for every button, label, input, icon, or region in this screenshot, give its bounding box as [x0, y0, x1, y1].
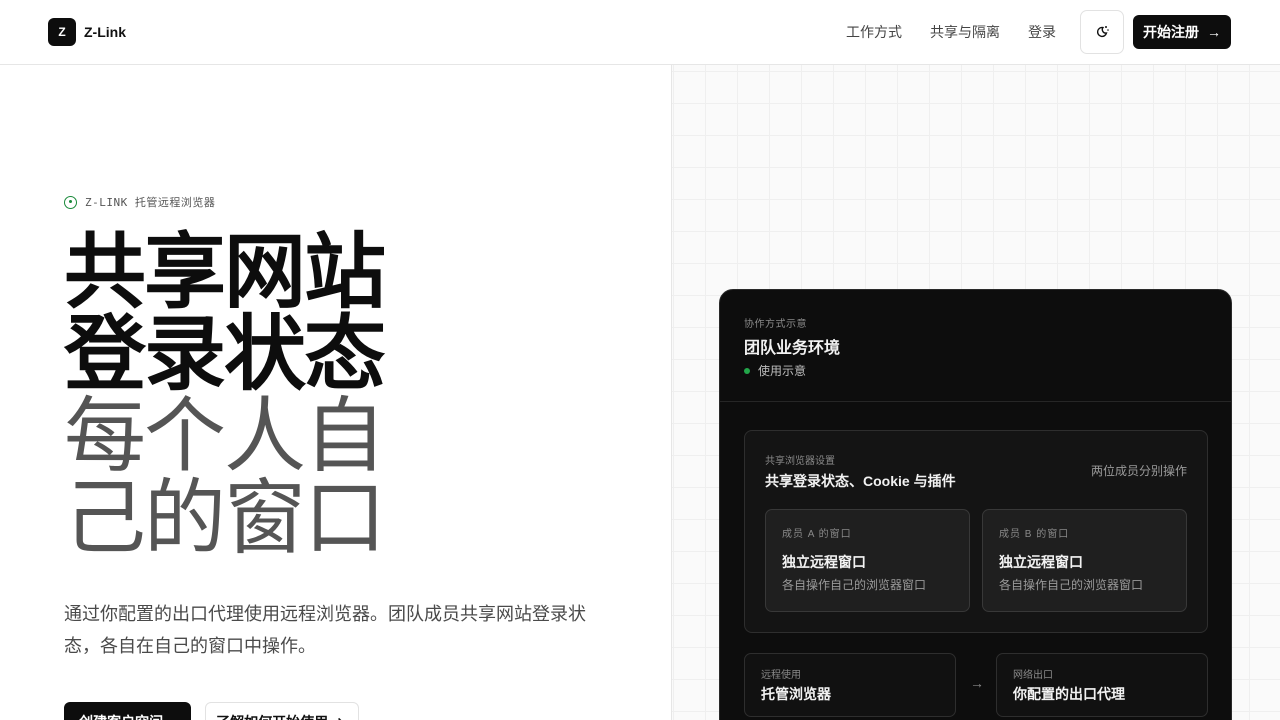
- demo-status-text: 使用示意: [758, 364, 807, 378]
- theme-toggle-icon: [1097, 26, 1109, 38]
- member-a-window: 成员 A 的窗口 独立远程窗口 各自操作自己的浏览器窗口: [765, 509, 970, 612]
- member-sub: 各自操作自己的浏览器窗口: [999, 578, 1144, 592]
- nav-how-it-works[interactable]: 工作方式: [846, 22, 902, 42]
- learn-more-button[interactable]: 了解如何开始使用 ↘: [205, 702, 359, 720]
- demo-status: 使用示意: [744, 362, 806, 379]
- nav-sharing[interactable]: 共享与隔离: [930, 22, 1000, 42]
- demo-kicker: 协作方式示意: [744, 319, 807, 330]
- create-space-button[interactable]: 创建客户空间 ›: [64, 702, 191, 720]
- member-kicker: 成员 A 的窗口: [782, 529, 852, 540]
- arrow-down-right-icon: ↘: [336, 715, 348, 720]
- nav-login[interactable]: 登录: [1028, 22, 1056, 42]
- flow-remote-use: 远程使用 托管浏览器: [744, 653, 956, 717]
- flow-kicker: 远程使用: [761, 670, 801, 681]
- shared-title: 共享登录状态、Cookie 与插件: [765, 473, 956, 489]
- flow-network-egress: 网络出口 你配置的出口代理: [996, 653, 1208, 717]
- hero-line-1: 共享网站: [64, 225, 386, 320]
- member-b-window: 成员 B 的窗口 独立远程窗口 各自操作自己的浏览器窗口: [982, 509, 1187, 612]
- member-title: 独立远程窗口: [999, 554, 1083, 570]
- hero-line-2: 登录状态: [64, 307, 386, 402]
- status-dot-icon: [64, 195, 77, 209]
- signup-button[interactable]: 开始注册 →: [1133, 15, 1231, 49]
- hero-line-3: 每个人自: [64, 389, 386, 484]
- demo-title: 团队业务环境: [744, 340, 841, 357]
- member-title: 独立远程窗口: [782, 554, 866, 570]
- site-header: Z Z-Link 工作方式 共享与隔离 登录 开始注册 →: [0, 0, 1280, 65]
- hero-heading: 共享网站 登录状态 每个人自 己的窗口: [64, 232, 414, 560]
- member-sub: 各自操作自己的浏览器窗口: [782, 578, 927, 592]
- demo-card: 协作方式示意 团队业务环境 使用示意 共享浏览器设置 共享登录状态、Cookie…: [719, 289, 1232, 720]
- shared-kicker: 共享浏览器设置: [765, 456, 835, 467]
- flow-kicker: 网络出口: [1013, 670, 1053, 681]
- theme-toggle-button[interactable]: [1080, 10, 1124, 54]
- flow-title: 托管浏览器: [761, 686, 831, 702]
- flow-title: 你配置的出口代理: [1013, 686, 1125, 702]
- arrow-right-icon: →: [1207, 24, 1221, 40]
- chevron-right-icon: ›: [171, 715, 176, 720]
- shared-browser-settings: 共享浏览器设置 共享登录状态、Cookie 与插件 两位成员分别操作 成员 A …: [744, 430, 1208, 633]
- logo-mark: Z: [48, 18, 76, 46]
- arrow-right-icon: →: [970, 675, 984, 691]
- learn-more-label: 了解如何开始使用: [216, 712, 328, 720]
- shared-note: 两位成员分别操作: [1090, 464, 1187, 478]
- hero-line-4: 己的窗口: [64, 471, 386, 566]
- hero-eyebrow: Z-LINK 托管远程浏览器: [64, 194, 215, 210]
- signup-label: 开始注册: [1143, 24, 1199, 40]
- brand-name: Z-Link: [84, 24, 126, 40]
- logo-link[interactable]: Z Z-Link: [48, 18, 126, 46]
- eyebrow-text: Z-LINK 托管远程浏览器: [85, 196, 216, 209]
- create-space-label: 创建客户空间: [79, 712, 163, 720]
- hero-description: 通过你配置的出口代理使用远程浏览器。团队成员共享网站登录状态，各自在自己的窗口中…: [64, 604, 586, 656]
- member-kicker: 成员 B 的窗口: [999, 529, 1070, 540]
- status-dot-icon: [744, 367, 750, 374]
- demo-card-header: 协作方式示意 团队业务环境 使用示意: [720, 290, 1231, 402]
